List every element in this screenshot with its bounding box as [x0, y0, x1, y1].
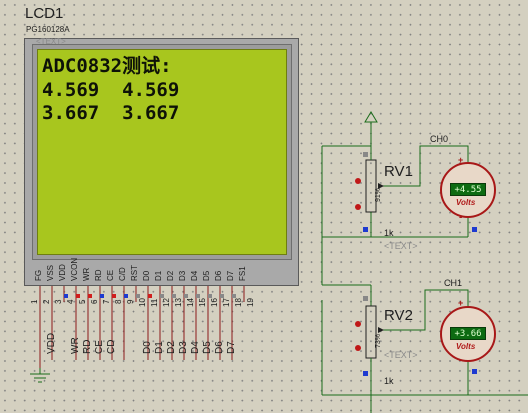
lcd-name-label: LCD1 — [25, 5, 64, 22]
pin-label: D2 — [166, 270, 175, 281]
meter2-unit: Volts — [456, 342, 476, 351]
lcd-net-wires — [39, 302, 233, 368]
meter1-minus-sign: - — [459, 212, 463, 223]
pin-label: VDD — [58, 264, 67, 281]
pin-label: RD — [94, 269, 103, 281]
rv2-potentiometer[interactable] — [366, 306, 376, 358]
pin-label: D4 — [190, 270, 199, 281]
pin-number: 13 — [174, 298, 183, 307]
meter1-channel-label: CH0 — [430, 134, 449, 144]
rv1-value-label: 1k — [384, 228, 394, 238]
lcd-line-3: 3.667 3.667 — [42, 102, 180, 124]
net-label-cd: CD — [106, 339, 117, 354]
pin-number: 1 — [30, 299, 39, 304]
net-label-rd: RD — [82, 339, 93, 354]
meter2-display: +3.66 — [450, 327, 486, 340]
pin-label: D3 — [178, 270, 187, 281]
pin-number: 8 — [114, 299, 123, 304]
pin-label: FG — [34, 269, 43, 281]
pin-number: 16 — [210, 298, 219, 307]
pin-label: D5 — [202, 270, 211, 281]
pin-label: D6 — [214, 270, 223, 281]
lcd-line-1: ADC0832测试: — [42, 55, 172, 77]
rv1-name-label: RV1 — [384, 163, 413, 180]
net-label-ce: CE — [94, 340, 105, 354]
pin-label: RST — [130, 265, 139, 281]
pot-wiring — [321, 111, 528, 413]
pin-label: WR — [82, 267, 91, 281]
pin-label: VCON — [70, 257, 79, 281]
net-label-d3: D3 — [178, 341, 189, 354]
pin-number: 18 — [234, 298, 243, 307]
meter1-unit: Volts — [456, 198, 476, 207]
pin-number: 9 — [126, 299, 135, 304]
pin-label: D1 — [154, 270, 163, 281]
pin-number: 5 — [78, 299, 87, 304]
lcd-line-2: 4.569 4.569 — [42, 79, 180, 101]
pin-number: 3 — [54, 299, 63, 304]
net-label-vdd: VDD — [46, 332, 57, 354]
rv1-text-placeholder: <TEXT> — [384, 241, 418, 251]
net-label-wr: WR — [70, 337, 81, 354]
lcd-model-label: PG160128A — [26, 25, 70, 34]
rv2-name-label: RV2 — [384, 307, 413, 324]
rv2-value-label: 1k — [384, 376, 394, 386]
rv2-text-placeholder: <TEXT> — [384, 350, 418, 360]
rv2-wiper-arrow — [378, 327, 384, 333]
pin-number: 4 — [66, 299, 75, 304]
net-label-d0: D0 — [142, 341, 153, 354]
pin-label: FS1 — [238, 266, 247, 281]
pin-label: C/D — [118, 267, 127, 281]
net-label-d6: D6 — [214, 341, 225, 354]
meter2-plus-sign: + — [458, 298, 464, 308]
pin-number: 14 — [186, 298, 195, 307]
net-label-d7: D7 — [226, 341, 237, 354]
pin-number: 15 — [198, 298, 207, 307]
net-label-d2: D2 — [166, 341, 177, 354]
meter1-display: +4.55 — [450, 183, 486, 196]
meter1-plus-sign: + — [458, 155, 464, 165]
rv1-percent: 91% — [375, 187, 382, 202]
meter2-minus-sign: - — [459, 355, 463, 366]
net-label-d4: D4 — [190, 341, 201, 354]
pin-label: VSS — [46, 264, 55, 281]
rv2-percent: 73% — [375, 333, 382, 348]
pin-number: 6 — [90, 299, 99, 304]
pin-number: 12 — [162, 298, 171, 307]
ground-symbol — [30, 368, 50, 383]
pin-number: 7 — [102, 299, 111, 304]
pin-label: D7 — [226, 270, 235, 281]
rv1-potentiometer[interactable] — [366, 160, 376, 212]
pin-label: CE — [106, 269, 115, 281]
meter2-channel-label: CH1 — [444, 278, 463, 288]
net-label-d5: D5 — [202, 341, 213, 354]
pin-number: 17 — [222, 298, 231, 307]
net-label-d1: D1 — [154, 341, 165, 354]
pin-number: 19 — [246, 298, 255, 307]
pin-number: 11 — [150, 298, 159, 307]
pin-number: 10 — [138, 298, 147, 307]
pin-label: D0 — [142, 270, 151, 281]
pin-number: 2 — [42, 299, 51, 304]
